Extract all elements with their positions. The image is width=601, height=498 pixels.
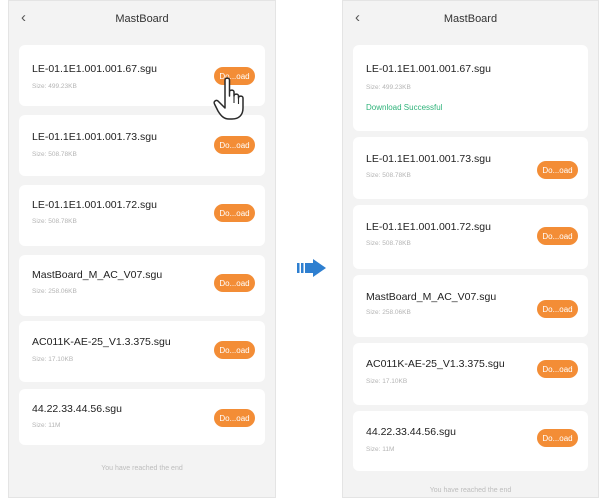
chevron-left-icon[interactable]: ‹ <box>355 9 360 26</box>
file-name: LE-01.1E1.001.001.73.sgu <box>32 131 157 143</box>
file-size: Size: 17.10KB <box>366 378 408 385</box>
file-name: MastBoard_M_AC_V07.sgu <box>32 269 163 281</box>
file-item: LE-01.1E1.001.001.73.sgu Size: 508.78KB … <box>353 137 588 199</box>
file-name: MastBoard_M_AC_V07.sgu <box>366 291 497 303</box>
file-name: LE-01.1E1.001.001.73.sgu <box>366 153 491 165</box>
file-item: AC011K-AE-25_V1.3.375.sgu Size: 17.10KB … <box>353 343 588 405</box>
page-title: MastBoard <box>115 13 169 25</box>
end-of-list-text: You have reached the end <box>101 465 183 472</box>
nav-header: ‹ MastBoard <box>343 1 598 37</box>
file-item: LE-01.1E1.001.001.73.sgu Size: 508.78KB … <box>19 115 265 176</box>
phone-screen-before: ‹ MastBoard LE-01.1E1.001.001.67.sgu Siz… <box>8 0 276 498</box>
file-item: LE-01.1E1.001.001.72.sgu Size: 508.78KB … <box>19 185 265 246</box>
download-button[interactable]: Do...oad <box>537 360 578 378</box>
file-name: 44.22.33.44.56.sgu <box>32 403 122 415</box>
file-size: Size: 508.78KB <box>32 218 77 225</box>
file-item: LE-01.1E1.001.001.67.sgu Size: 499.23KB … <box>353 45 588 131</box>
download-button[interactable]: Do...oad <box>214 204 255 222</box>
file-size: Size: 258.06KB <box>366 309 411 316</box>
file-size: Size: 258.06KB <box>32 288 77 295</box>
download-button[interactable]: Do...oad <box>537 429 578 447</box>
file-size: Size: 508.78KB <box>32 151 77 158</box>
download-button[interactable]: Do...oad <box>214 409 255 427</box>
download-status: Download Successful <box>366 103 443 112</box>
file-size: Size: 11M <box>32 422 61 429</box>
file-name: LE-01.1E1.001.001.72.sgu <box>32 199 157 211</box>
download-button[interactable]: Do...oad <box>214 136 255 154</box>
hand-pointer-icon <box>213 77 244 120</box>
file-item: LE-01.1E1.001.001.72.sgu Size: 508.78KB … <box>353 205 588 269</box>
file-item: AC011K-AE-25_V1.3.375.sgu Size: 17.10KB … <box>19 321 265 382</box>
file-size: Size: 499.23KB <box>32 83 77 90</box>
file-item: 44.22.33.44.56.sgu Size: 11M Do...oad <box>353 411 588 471</box>
download-button[interactable]: Do...oad <box>214 274 255 292</box>
file-name: AC011K-AE-25_V1.3.375.sgu <box>32 336 171 348</box>
file-size: Size: 508.78KB <box>366 172 411 179</box>
file-name: LE-01.1E1.001.001.67.sgu <box>32 63 157 75</box>
file-size: Size: 499.23KB <box>366 84 411 91</box>
download-button[interactable]: Do...oad <box>214 341 255 359</box>
end-of-list-text: You have reached the end <box>429 487 512 494</box>
download-button[interactable]: Do...oad <box>537 227 578 245</box>
file-name: 44.22.33.44.56.sgu <box>366 426 456 438</box>
file-name: AC011K-AE-25_V1.3.375.sgu <box>366 358 505 370</box>
file-size: Size: 17.10KB <box>32 356 74 363</box>
file-name: LE-01.1E1.001.001.67.sgu <box>366 63 491 75</box>
right-arrow-icon <box>297 259 326 277</box>
file-size: Size: 508.78KB <box>366 240 411 247</box>
nav-header: ‹ MastBoard <box>9 1 275 37</box>
file-item: 44.22.33.44.56.sgu Size: 11M Do...oad <box>19 389 265 445</box>
file-name: LE-01.1E1.001.001.72.sgu <box>366 221 491 233</box>
chevron-left-icon[interactable]: ‹ <box>21 9 26 26</box>
file-item: MastBoard_M_AC_V07.sgu Size: 258.06KB Do… <box>19 255 265 316</box>
file-size: Size: 11M <box>366 446 395 453</box>
file-item: MastBoard_M_AC_V07.sgu Size: 258.06KB Do… <box>353 275 588 337</box>
phone-screen-after: ‹ MastBoard LE-01.1E1.001.001.67.sgu Siz… <box>342 0 599 498</box>
download-button[interactable]: Do...oad <box>537 300 578 318</box>
download-button[interactable]: Do...oad <box>537 161 578 179</box>
page-title: MastBoard <box>443 13 498 25</box>
